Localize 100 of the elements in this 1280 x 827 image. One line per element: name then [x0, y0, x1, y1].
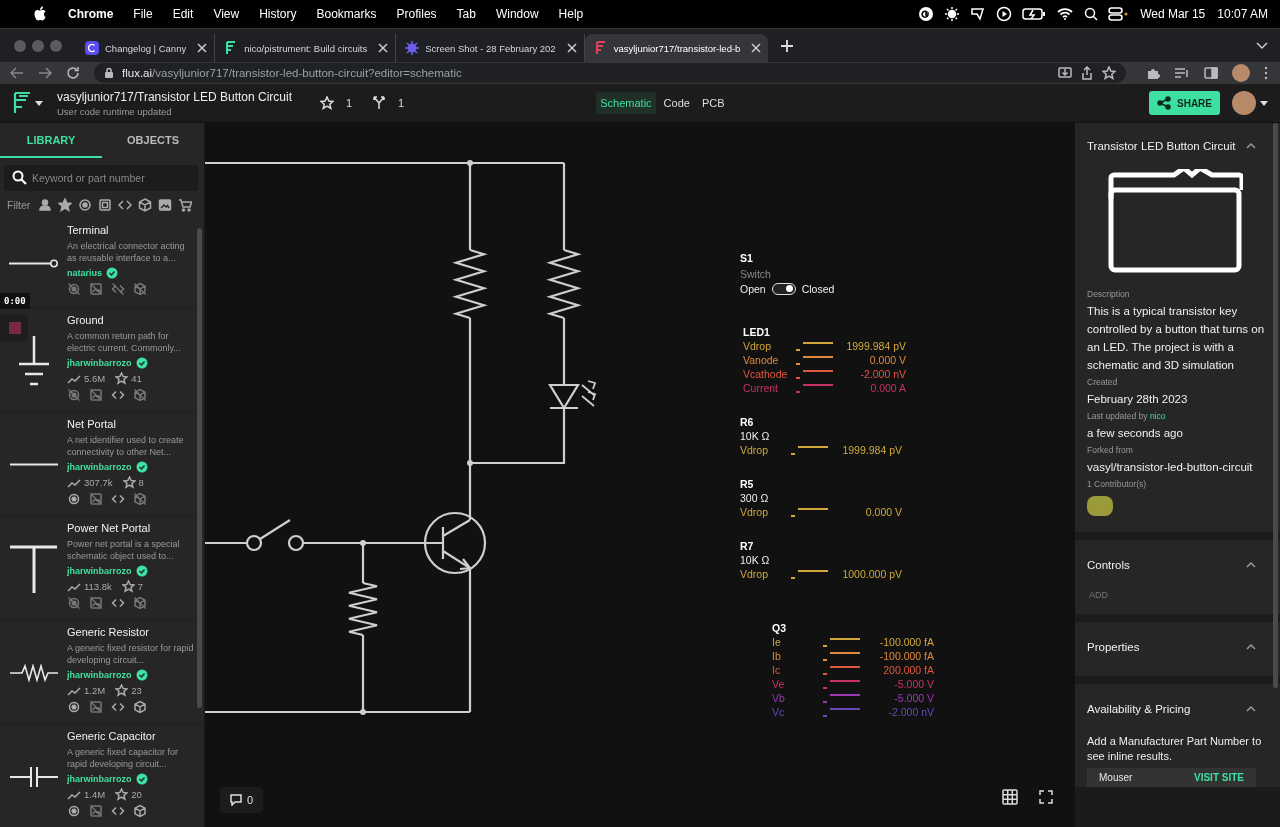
user-link[interactable]: nico [1149, 411, 1166, 421]
author-link[interactable]: natarius [67, 268, 102, 278]
close-icon[interactable] [197, 43, 208, 53]
star-button[interactable] [320, 96, 334, 110]
chevron-up-icon[interactable] [1246, 562, 1256, 568]
media-list-icon[interactable] [1174, 66, 1190, 80]
trend-icon [67, 581, 81, 592]
editor-tab[interactable]: Schematic [596, 92, 656, 114]
menu-item[interactable]: Help [558, 7, 584, 21]
part-card[interactable]: Generic Capacitor A generic fixed capacitor for rapid developing circuit... jharwinbarrozo 1.4M 20 [0, 724, 204, 827]
menu-item[interactable]: File [133, 7, 153, 21]
comments-button[interactable]: 0 [220, 787, 264, 813]
menu-item[interactable]: Profiles [396, 7, 437, 21]
app-menu[interactable]: Chrome [68, 7, 114, 21]
probe-value: 1999.984 pV [841, 443, 902, 457]
window-control[interactable] [14, 39, 26, 52]
apple-icon[interactable] [34, 6, 48, 22]
field-label: Forked from [1087, 445, 1134, 455]
sun-icon[interactable] [944, 6, 961, 22]
part-name: Net Portal [67, 418, 117, 430]
grid-icon[interactable] [1002, 789, 1018, 805]
board-icon[interactable] [98, 198, 113, 212]
chevron-down-icon[interactable] [1256, 41, 1268, 50]
menu-item[interactable]: Window [495, 7, 539, 21]
globe-icon[interactable] [78, 198, 93, 212]
install-icon[interactable] [1058, 66, 1072, 80]
side-panel-icon[interactable] [1204, 66, 1218, 80]
comment-icon [230, 794, 242, 806]
star-icon[interactable] [58, 198, 73, 212]
caret-icon[interactable] [1260, 100, 1268, 106]
panel-tab[interactable]: OBJECTS [102, 123, 204, 158]
probe-value: -2.000 nV [887, 705, 934, 719]
profile-avatar[interactable] [1232, 64, 1250, 82]
cube-icon[interactable] [138, 198, 153, 212]
contributor-avatar[interactable] [1087, 496, 1113, 516]
usage-count: 113.8k [84, 581, 112, 592]
fork-button[interactable] [372, 96, 387, 110]
search-field[interactable]: Keyword or part number [4, 165, 198, 191]
menu-item[interactable]: Edit [172, 7, 194, 21]
more-icon[interactable] [1264, 66, 1268, 80]
vendor-name: Mouser [1099, 772, 1133, 783]
play-circle-icon[interactable] [996, 6, 1013, 22]
panel-tab[interactable]: LIBRARY [0, 123, 102, 158]
code-icon[interactable] [118, 198, 133, 212]
part-description: A common return path for electric current. Commonly... [67, 330, 182, 354]
share-button[interactable]: SHARE [1149, 91, 1220, 115]
editor-tab[interactable]: Code [659, 92, 694, 114]
favicon-icon [84, 40, 100, 56]
star-icon [115, 684, 129, 697]
fullscreen-icon[interactable] [1039, 790, 1053, 804]
address-field[interactable]: flux.ai/vasyljunior717/transistor-led-button-circuit?editor=schematic [94, 63, 1126, 83]
probe-value: -5.000 V [893, 677, 934, 691]
toggles-icon[interactable] [1108, 7, 1129, 21]
cart-icon[interactable] [178, 198, 193, 212]
menu-item[interactable]: History [259, 7, 297, 21]
browser-tab[interactable]: vasyljunior717/transistor-led-b [584, 34, 769, 62]
close-icon[interactable] [566, 43, 577, 53]
logo-icon[interactable] [12, 91, 32, 115]
battery-icon[interactable] [1022, 7, 1047, 21]
fork-count: 1 [398, 97, 405, 109]
net-line-icon [9, 463, 58, 466]
flag-icon[interactable] [970, 6, 987, 22]
menu-item[interactable]: Tab [456, 7, 476, 21]
search-icon[interactable] [1084, 7, 1099, 21]
author-link[interactable]: jharwinbarrozo [67, 774, 132, 784]
chevron-up-icon[interactable] [1246, 644, 1256, 650]
window-control[interactable] [50, 39, 62, 52]
wifi-icon[interactable] [1056, 7, 1075, 21]
editor-tab[interactable]: PCB [697, 92, 729, 114]
image-icon[interactable] [158, 198, 173, 212]
author-link[interactable]: jharwinbarrozo [67, 670, 132, 680]
puzzle-icon[interactable] [1146, 66, 1160, 80]
part-name: Ground [67, 314, 105, 326]
plus-icon[interactable] [780, 38, 795, 53]
user-avatar[interactable] [1232, 91, 1256, 115]
component-name: R6 [740, 415, 755, 429]
chevron-up-icon[interactable] [1246, 706, 1256, 712]
probe-value: 1999.984 pV [845, 339, 906, 353]
window-control[interactable] [32, 39, 44, 52]
share-icon[interactable] [1080, 66, 1094, 80]
author-link[interactable]: jharwinbarrozo [67, 566, 132, 576]
scrollbar-thumb[interactable] [1273, 123, 1278, 688]
menu-item[interactable]: View [213, 7, 240, 21]
caret-icon[interactable] [35, 100, 43, 106]
reload-icon[interactable] [66, 66, 80, 80]
person-icon[interactable] [38, 198, 53, 212]
author-link[interactable]: jharwinbarrozo [67, 462, 132, 472]
forward-icon[interactable] [38, 66, 52, 80]
star-icon[interactable] [1102, 66, 1116, 80]
close-icon[interactable] [378, 43, 389, 53]
author-link[interactable]: jharwinbarrozo [67, 358, 132, 368]
switch-toggle[interactable] [771, 283, 796, 295]
menu-item[interactable]: Bookmarks [316, 7, 377, 21]
back-icon[interactable] [10, 66, 24, 80]
g-circle-icon[interactable] [918, 6, 935, 22]
scrollbar-thumb[interactable] [197, 228, 202, 708]
chevron-up-icon[interactable] [1246, 143, 1256, 149]
visit-site-link[interactable]: VISIT SITE [1194, 772, 1244, 783]
close-icon[interactable] [751, 43, 762, 53]
star-count: 1 [346, 97, 353, 109]
